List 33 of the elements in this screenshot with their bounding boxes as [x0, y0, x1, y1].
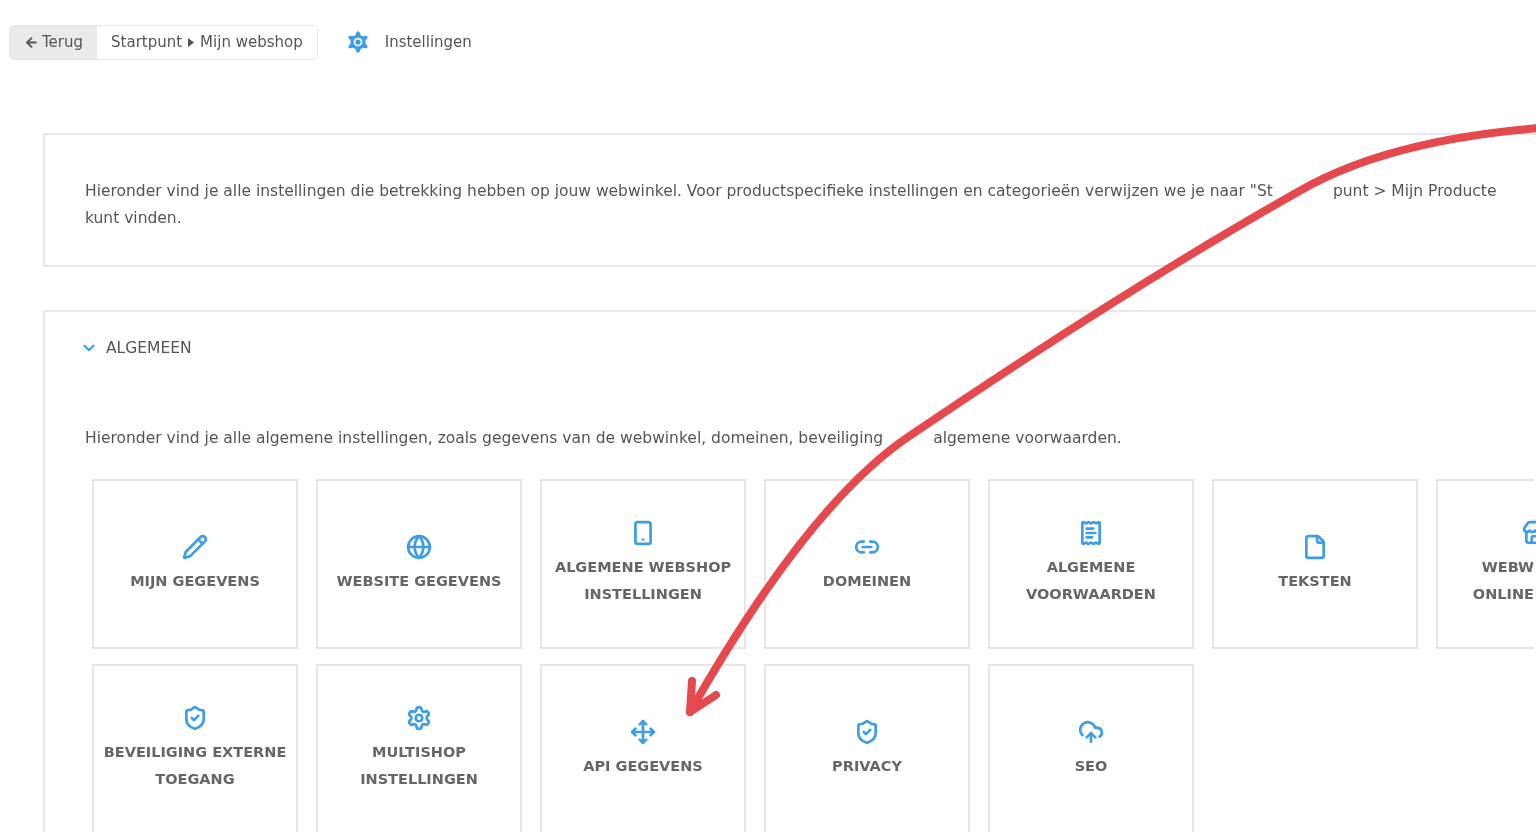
intro-text: kunt vinden. [85, 208, 182, 227]
pencil-icon [182, 533, 208, 560]
settings-tile[interactable]: DOMEINEN [764, 479, 970, 649]
document-icon [1078, 520, 1104, 546]
cloud-upload-icon [1078, 718, 1104, 745]
section-toggle[interactable]: ALGEMEEN [80, 339, 192, 357]
breadcrumb-link[interactable]: Mijn webshop [200, 33, 303, 51]
intro-text: Hieronder vind je alle instellingen die betrekking hebben op jouw webwinkel. Voor productspecifieke instellingen en categorieën verwijzen we je naar "St [85, 181, 1273, 200]
move-icon [630, 718, 656, 745]
caret-icon [188, 37, 195, 47]
gear-icon [406, 705, 432, 731]
settings-tile[interactable]: MULTISHOP INSTELLINGEN [316, 664, 522, 832]
breadcrumb-link[interactable]: Startpunt [111, 33, 183, 51]
arrow-left-icon [24, 34, 39, 50]
settings-tile[interactable]: TEKSTEN [1212, 479, 1418, 649]
shield-icon [182, 705, 208, 731]
back-button[interactable]: Terug [10, 25, 98, 59]
shield-check-icon [854, 718, 880, 745]
settings-tile[interactable]: MIJN GEGEVENS [92, 479, 298, 649]
settings-tile[interactable]: SEO [988, 664, 1194, 832]
file-icon [1302, 533, 1328, 560]
section-description: Hieronder vind je alle algemene instellingen, zoals gegevens van de webwinkel, domeinen, beveiliging [85, 429, 884, 447]
settings-tile[interactable]: WEBW ONLINE [1436, 479, 1534, 649]
settings-tile[interactable]: BEVEILIGING EXTERNE TOEGANG [92, 664, 298, 832]
globe-icon [406, 533, 432, 560]
section-description: algemene voorwaarden. [933, 429, 1122, 447]
settings-tile[interactable]: API GEGEVENS [540, 664, 746, 832]
settings-tile[interactable]: WEBSITE GEGEVENS [316, 479, 522, 649]
page-title: Instellingen [384, 33, 472, 51]
settings-tile[interactable]: ALGEMENE VOORWAARDEN [988, 479, 1194, 649]
settings-tile[interactable]: PRIVACY [764, 664, 970, 832]
intro-text: punt > Mijn Producte [1332, 181, 1497, 200]
settings-tile[interactable]: ALGEMENE WEBSHOP INSTELLINGEN [540, 479, 746, 649]
